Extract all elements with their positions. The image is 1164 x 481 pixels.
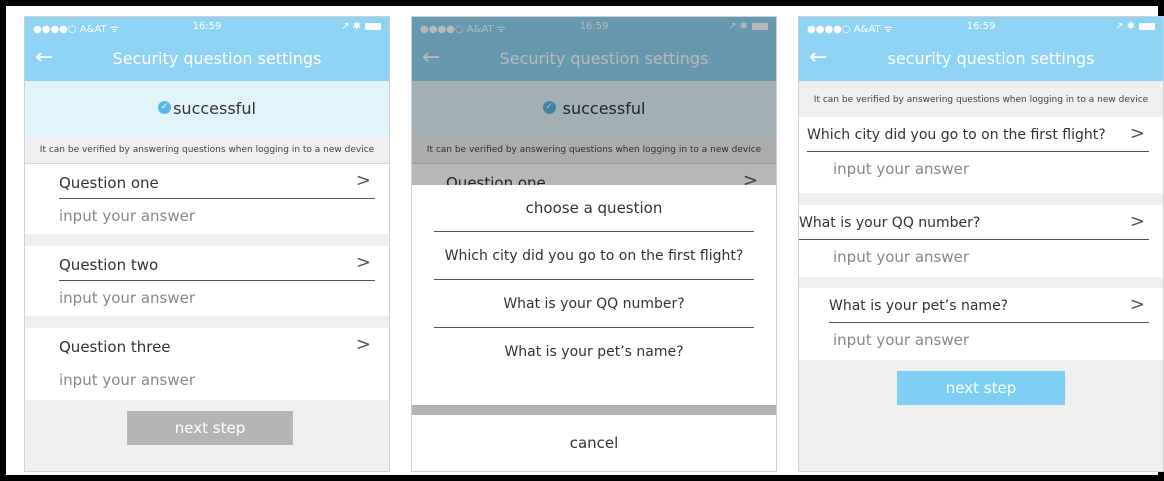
question-selector-2[interactable]: What is your QQ number? > bbox=[799, 205, 1149, 240]
phone-screen-3: ●●●●○ A&AT ᯤ 16:59 ↗ ✱ ← security questi… bbox=[798, 16, 1164, 472]
phone-screen-1: ●●●●○ A&AT ᯤ 16:59 ↗ ✱ ← Security questi… bbox=[24, 16, 390, 472]
answer-input-2[interactable] bbox=[59, 284, 375, 312]
cancel-button[interactable]: cancel bbox=[412, 415, 776, 471]
hint-text: It can be verified by answering question… bbox=[813, 95, 1149, 105]
chevron-right-icon: > bbox=[355, 252, 371, 273]
question-block-2: What is your QQ number? > bbox=[799, 205, 1163, 277]
question-picker-sheet: choose a question Which city did you go … bbox=[412, 185, 776, 405]
picker-option-1[interactable]: Which city did you go to on the first fl… bbox=[434, 233, 754, 280]
canvas: ●●●●○ A&AT ᯤ 16:59 ↗ ✱ ← Security questi… bbox=[6, 6, 1164, 475]
question-label: Which city did you go to on the first fl… bbox=[807, 127, 1106, 143]
status-right: ↗ ✱ bbox=[1115, 21, 1155, 32]
question-selector-1[interactable]: Which city did you go to on the first fl… bbox=[807, 117, 1149, 152]
status-bar: ●●●●○ A&AT ᯤ 16:59 ↗ ✱ bbox=[25, 17, 389, 37]
chevron-right-icon: > bbox=[1129, 294, 1145, 315]
question-block-1: Question one > bbox=[25, 164, 389, 234]
nav-bar: ← security question settings bbox=[799, 37, 1163, 81]
question-selector-3[interactable]: Question three > bbox=[59, 328, 375, 362]
next-step-button[interactable]: next step bbox=[897, 371, 1065, 405]
answer-input-3[interactable] bbox=[59, 366, 375, 394]
question-selector-1[interactable]: Question one > bbox=[59, 164, 375, 199]
status-time: 16:59 bbox=[192, 21, 222, 32]
answer-input-1[interactable] bbox=[833, 155, 1149, 183]
answer-input-2[interactable] bbox=[833, 243, 1149, 271]
chevron-right-icon: > bbox=[355, 170, 371, 191]
question-selector-2[interactable]: Question two > bbox=[59, 246, 375, 281]
picker-option-3[interactable]: What is your pet’s name? bbox=[434, 329, 754, 375]
page-title: security question settings bbox=[887, 49, 1095, 68]
success-banner: ✓ successful bbox=[25, 81, 389, 137]
question-label: What is your QQ number? bbox=[799, 215, 981, 231]
check-circle-icon: ✓ bbox=[158, 101, 172, 114]
battery-icon bbox=[1139, 22, 1155, 30]
sheet-divider bbox=[412, 407, 776, 415]
back-arrow-icon[interactable]: ← bbox=[809, 45, 827, 71]
chevron-right-icon: > bbox=[1129, 211, 1145, 232]
next-step-button[interactable]: next step bbox=[127, 411, 293, 445]
nav-bar: ← Security question settings bbox=[25, 37, 389, 81]
question-label: Question two bbox=[59, 256, 159, 274]
question-label: Question three bbox=[59, 338, 171, 356]
hint-text: It can be verified by answering question… bbox=[25, 137, 389, 164]
question-block-3: Question three > bbox=[25, 328, 389, 400]
picker-option-2[interactable]: What is your QQ number? bbox=[434, 281, 754, 328]
question-block-3: What is your pet’s name? > bbox=[799, 288, 1163, 360]
question-block-2: Question two > bbox=[25, 246, 389, 316]
question-label: What is your pet’s name? bbox=[829, 298, 1009, 314]
question-selector-3[interactable]: What is your pet’s name? > bbox=[829, 288, 1149, 323]
status-bar: ●●●●○ A&AT ᯤ 16:59 ↗ ✱ bbox=[799, 17, 1163, 37]
status-time: 16:59 bbox=[966, 21, 996, 32]
page-title: Security question settings bbox=[112, 49, 322, 68]
chevron-right-icon: > bbox=[355, 334, 371, 355]
back-arrow-icon[interactable]: ← bbox=[35, 45, 53, 71]
battery-icon bbox=[365, 22, 381, 30]
answer-input-1[interactable] bbox=[59, 202, 375, 230]
phone-screen-2: ●●●●○ A&AT ᯤ 16:59 ↗ ✱ ← Security questi… bbox=[411, 16, 777, 472]
status-right: ↗ ✱ bbox=[341, 21, 381, 32]
question-block-1: Which city did you go to on the first fl… bbox=[799, 117, 1163, 193]
answer-input-3[interactable] bbox=[833, 326, 1149, 354]
question-label: Question one bbox=[59, 174, 159, 192]
chevron-right-icon: > bbox=[1129, 123, 1145, 144]
picker-title: choose a question bbox=[434, 185, 754, 232]
success-text: successful bbox=[173, 99, 256, 118]
